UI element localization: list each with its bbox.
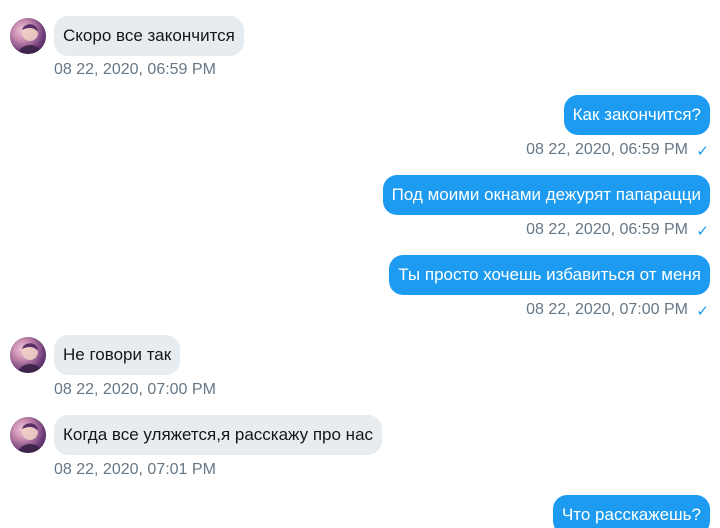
check-icon: ✓ — [696, 223, 709, 240]
message-timestamp: 08 22, 2020, 07:00 PM — [54, 381, 216, 398]
message-bubble[interactable]: Как закончится? — [563, 95, 710, 135]
avatar-image — [18, 24, 42, 54]
message-timestamp: 08 22, 2020, 06:59 PM — [54, 61, 216, 78]
message-timestamp: 08 22, 2020, 07:01 PM — [54, 461, 216, 478]
check-icon: ✓ — [696, 143, 709, 160]
conversation: Скоро все закончится 08 22, 2020, 06:59 … — [0, 0, 720, 528]
message-timestamp: 08 22, 2020, 07:00 PM — [526, 301, 688, 318]
message-timestamp: 08 22, 2020, 06:59 PM — [526, 141, 688, 158]
avatar[interactable] — [10, 417, 46, 453]
message-bubble[interactable]: Когда все уляжется,я расскажу про нас — [54, 415, 383, 455]
avatar-image — [18, 343, 42, 373]
avatar[interactable] — [10, 337, 46, 373]
message-bubble[interactable]: Под моими окнами дежурят папарацци — [382, 175, 710, 215]
message-bubble[interactable]: Что расскажешь? — [552, 495, 710, 528]
message-bubble[interactable]: Скоро все закончится — [54, 16, 244, 56]
check-icon: ✓ — [696, 303, 709, 320]
message-timestamp: 08 22, 2020, 06:59 PM — [526, 221, 688, 238]
message-bubble[interactable]: Ты просто хочешь избавиться от меня — [389, 255, 710, 295]
avatar[interactable] — [10, 18, 46, 54]
avatar-image — [18, 423, 42, 453]
message-bubble[interactable]: Не говори так — [54, 335, 181, 375]
